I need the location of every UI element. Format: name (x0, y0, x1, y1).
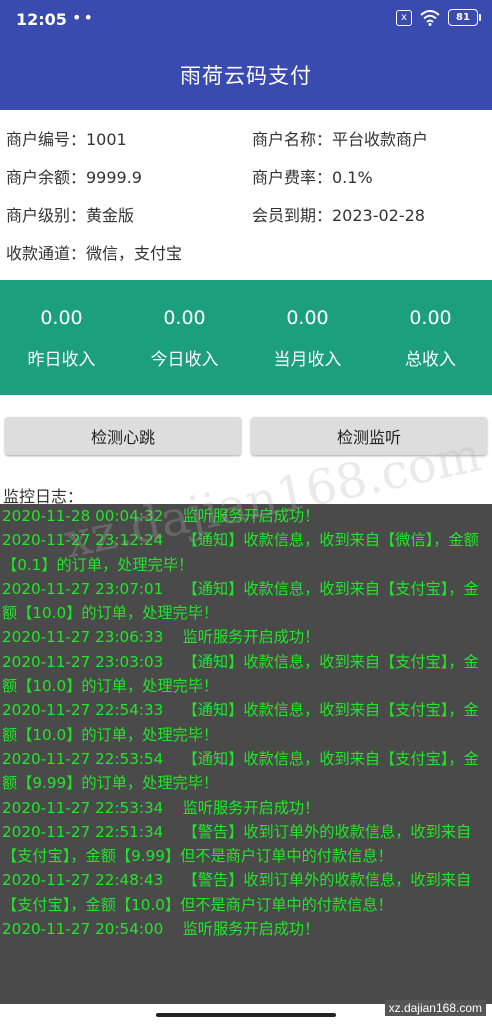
status-time: 12:05 (16, 10, 67, 29)
member-expiry: 会员到期：2023-02-28 (252, 206, 425, 225)
log-entry: 2020-11-27 23:07:01 【通知】收款信息，收到来自【支付宝】，金… (2, 579, 479, 623)
battery-icon: 81 (448, 9, 481, 26)
stat-value: 0.00 (286, 307, 329, 329)
log-entry: 2020-11-27 23:03:03 【通知】收款信息，收到来自【支付宝】，金… (2, 652, 479, 696)
log-entry: 2020-11-27 22:51:34 【警告】收到订单外的收款信息，收到来自【… (2, 822, 472, 866)
payment-channels: 收款通道：微信，支付宝 (6, 244, 183, 263)
log-entry: 2020-11-27 22:54:33 【通知】收款信息，收到来自【支付宝】，金… (2, 701, 479, 744)
no-sim-icon: x (396, 9, 412, 26)
merchant-info: 商户编号：1001 商户名称：平台收款商户 商户余额：9999.9 商户费率：0… (0, 110, 492, 280)
stat-month: 0.00 当月收入 (246, 280, 369, 395)
merchant-name: 商户名称：平台收款商户 (252, 130, 429, 149)
check-heartbeat-button[interactable]: 检测心跳 (5, 417, 241, 455)
merchant-fee: 商户费率：0.1% (252, 168, 373, 187)
merchant-level: 商户级别：黄金版 (6, 206, 135, 225)
log-entry: 2020-11-27 23:12:24 【通知】收款信息，收到来自【微信】，金额… (2, 531, 479, 574)
status-bar: 12:05 •• x 81 (0, 0, 492, 40)
notification-dots: •• (72, 8, 95, 27)
income-stats: 0.00 昨日收入 0.00 今日收入 0.00 当月收入 0.00 总收入 (0, 280, 492, 395)
log-entry: 2020-11-27 22:53:54 【通知】收款信息，收到来自【支付宝】，金… (2, 749, 479, 793)
log-entry: 2020-11-27 22:53:34 监听服务开启成功！ (2, 798, 320, 817)
wifi-icon (420, 9, 440, 26)
stat-label: 今日收入 (150, 350, 219, 370)
home-gesture-handle[interactable] (156, 1013, 336, 1017)
monitor-log[interactable]: 2020-11-28 00:04:32 监听服务开启成功！ 2020-11-27… (0, 504, 492, 1004)
app-bar: 雨荷云码支付 (0, 40, 492, 110)
status-icons: x 81 (396, 9, 481, 26)
log-entry: 2020-11-27 23:06:33 监听服务开启成功！ (2, 628, 320, 647)
watermark-corner: xz.dajian168.com (384, 1000, 486, 1016)
stat-total: 0.00 总收入 (369, 280, 492, 395)
page-title: 雨荷云码支付 (180, 64, 312, 88)
check-listener-button[interactable]: 检测监听 (251, 417, 487, 455)
stat-value: 0.00 (40, 307, 83, 329)
stat-today: 0.00 今日收入 (123, 280, 246, 395)
merchant-balance: 商户余额：9999.9 (6, 168, 142, 187)
stat-label: 总收入 (405, 350, 456, 370)
log-entry: 2020-11-27 20:54:00 监听服务开启成功！ (2, 920, 320, 939)
log-entry: 2020-11-27 22:48:43 【警告】收到订单外的收款信息，收到来自【… (2, 871, 472, 914)
stat-label: 昨日收入 (27, 350, 96, 370)
stat-label: 当月收入 (273, 350, 342, 370)
log-entry: 2020-11-28 00:04:32 监听服务开启成功！ (2, 507, 320, 525)
merchant-id: 商户编号：1001 (6, 130, 127, 149)
stat-yesterday: 0.00 昨日收入 (0, 280, 123, 395)
stat-value: 0.00 (163, 307, 206, 329)
stat-value: 0.00 (409, 307, 452, 329)
